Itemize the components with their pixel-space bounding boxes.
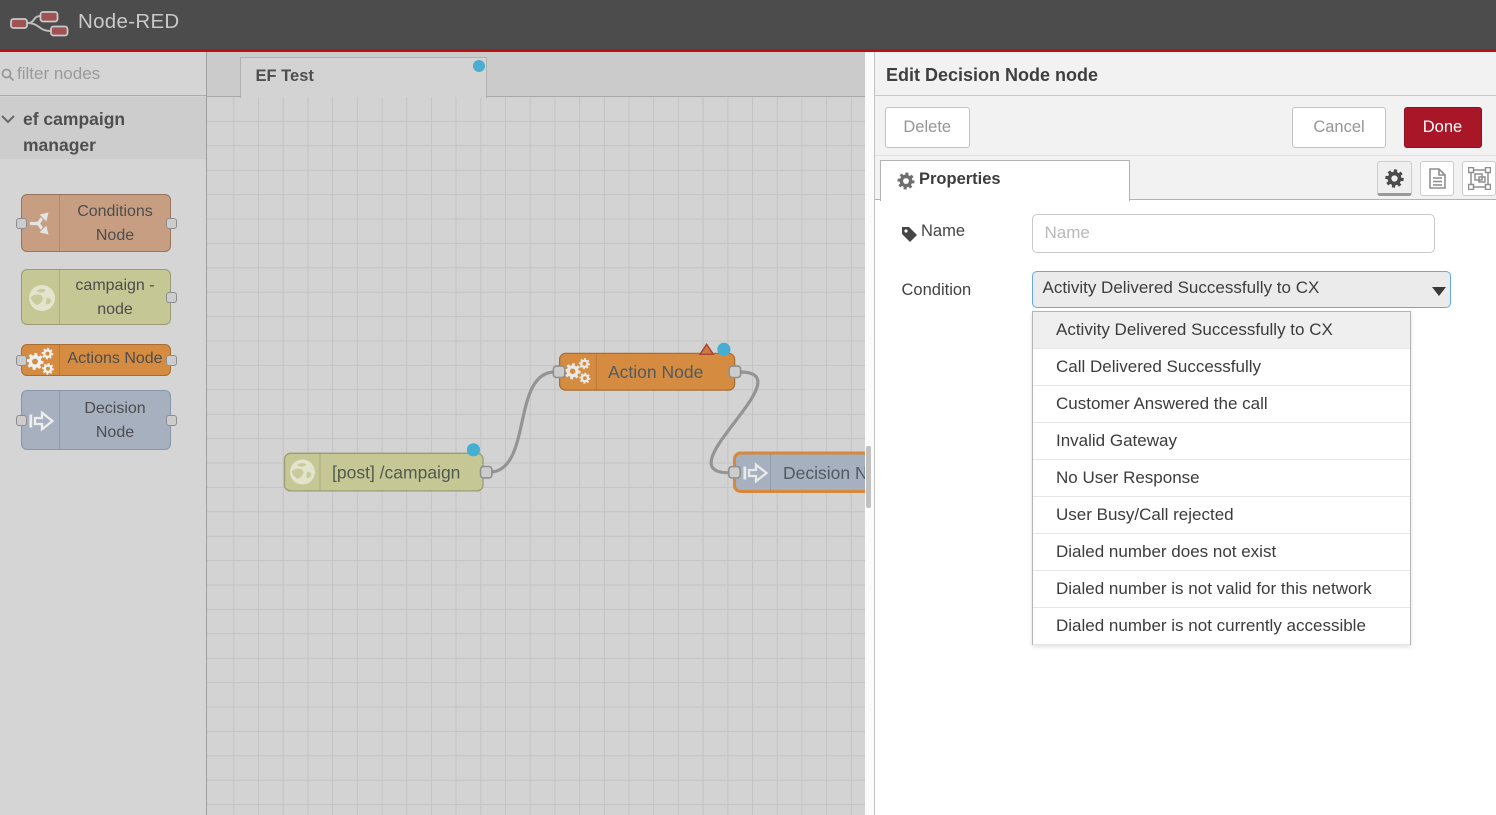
svg-text:[post] /campaign: [post] /campaign — [332, 462, 460, 482]
svg-text:Decision No: Decision No — [783, 462, 865, 482]
svg-text:Action Node: Action Node — [608, 361, 703, 381]
